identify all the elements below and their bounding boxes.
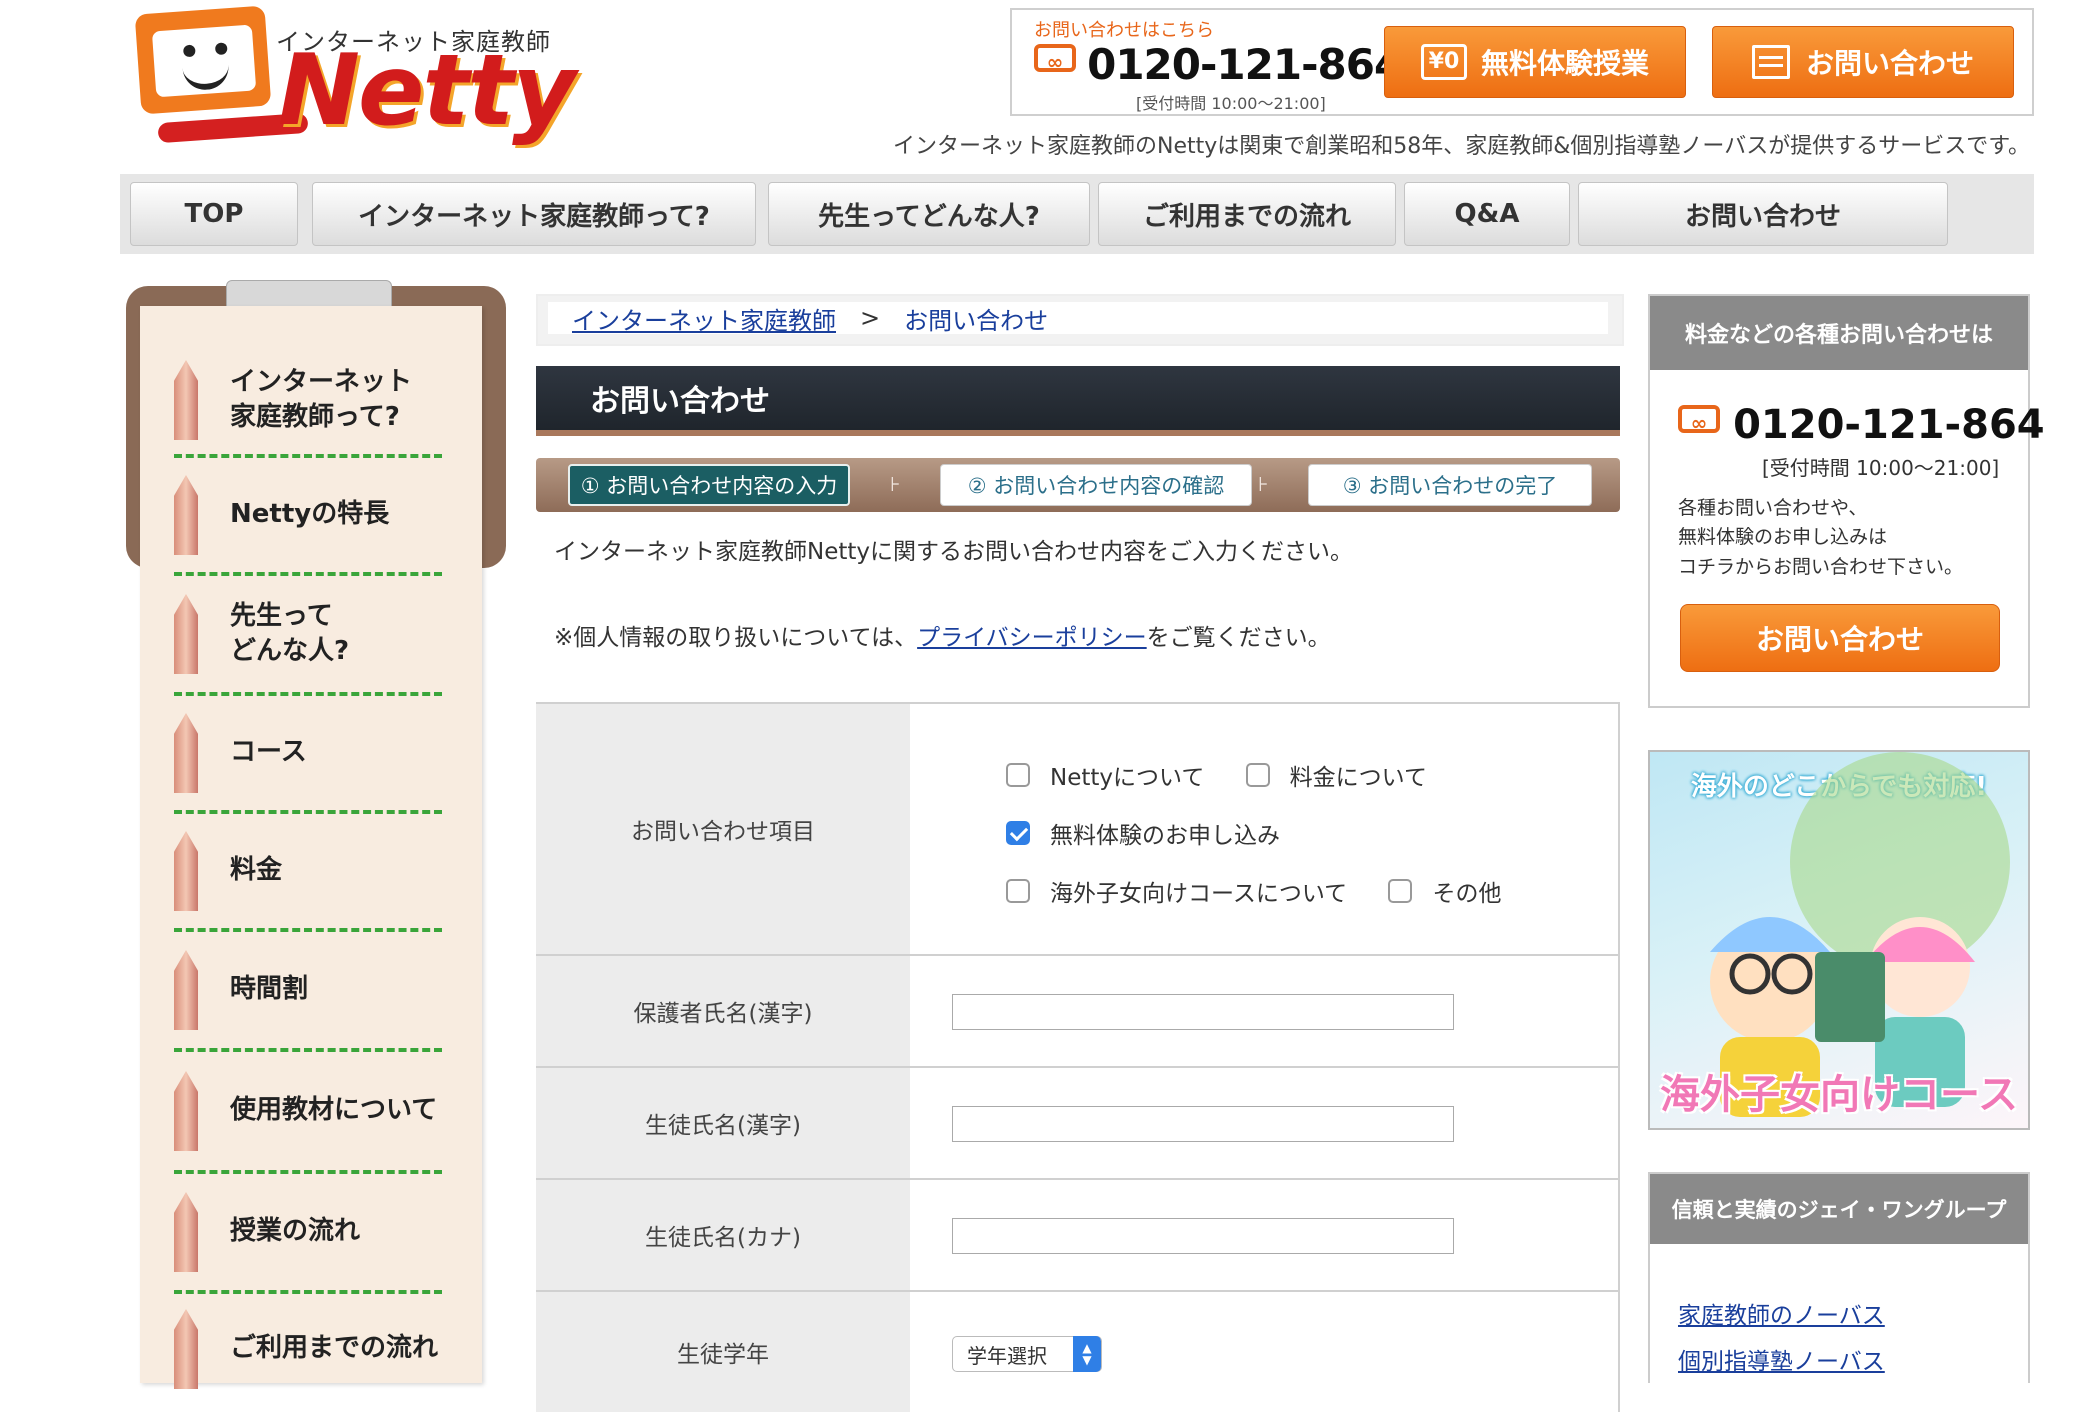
- form-row-inquiry: お問い合わせ項目 Nettyについて 料金について 無料体験のお申し込み 海外子…: [536, 704, 1620, 956]
- side-item-features[interactable]: Nettyの特長: [174, 458, 442, 576]
- side-item-lesson-flow[interactable]: 授業の流れ: [174, 1174, 442, 1294]
- side-item-teachers[interactable]: 先生って どんな人?: [174, 576, 442, 696]
- checkbox-free-trial[interactable]: [1006, 821, 1030, 845]
- grade-select[interactable]: 学年選択 ▲ ▼: [952, 1336, 1102, 1372]
- intro-text: インターネット家庭教師Nettyに関するお問い合わせ内容をご入力ください。: [554, 539, 1354, 565]
- privacy-note: ※個人情報の取り扱いについては、プライバシーポリシーをご覧ください。: [554, 625, 1331, 651]
- nav-top[interactable]: TOP: [130, 182, 298, 246]
- option-price[interactable]: 料金について: [1245, 758, 1427, 792]
- pencil-icon: [174, 950, 198, 1030]
- step-arrow-icon: ⊦: [890, 472, 901, 496]
- pencil-icon: [174, 1309, 198, 1389]
- form-row-student-kanji: 生徒氏名(漢字): [536, 1068, 1620, 1180]
- banner-tablet: [1815, 952, 1885, 1042]
- form-document-icon: [1751, 45, 1790, 79]
- contact-side-box: 料金などの各種お問い合わせは ∞ 0120-121-864 [受付時間 10:0…: [1648, 294, 2045, 708]
- student-kanji-input[interactable]: [952, 1106, 1454, 1142]
- freedial-icon: ∞: [1034, 44, 1076, 74]
- contact-label: お問い合わせはこちら: [1034, 20, 1214, 41]
- nav-about-internet-tutor[interactable]: インターネット家庭教師って?: [312, 182, 756, 246]
- group-links-heading: 信頼と実績のジェイ・ワングループ: [1650, 1174, 2028, 1244]
- nav-flow[interactable]: ご利用までの流れ: [1098, 182, 1396, 246]
- guardian-name-input[interactable]: [952, 994, 1454, 1030]
- global-nav: TOP インターネット家庭教師って? 先生ってどんな人? ご利用までの流れ Q&…: [120, 174, 2034, 254]
- contact-side-heading: 料金などの各種お問い合わせは: [1650, 296, 2028, 370]
- pencil-icon: [174, 1071, 198, 1151]
- side-contact-text: 各種お問い合わせや、 無料体験のお申し込みは コチラからお問い合わせ下さい。: [1678, 497, 1964, 578]
- free-trial-button[interactable]: ¥0 無料体験授業: [1384, 26, 1686, 98]
- student-kana-label: 生徒氏名(カナ): [536, 1180, 910, 1290]
- side-item-about[interactable]: インターネット 家庭教師って?: [174, 346, 442, 458]
- checkbox-other[interactable]: [1388, 879, 1413, 903]
- side-phone-number[interactable]: 0120-121-864: [1733, 402, 2045, 448]
- yen-zero-icon: ¥0: [1420, 44, 1467, 80]
- logo-eye-icon: [214, 42, 228, 56]
- option-about-netty[interactable]: Nettyについて: [1006, 758, 1204, 792]
- option-other[interactable]: その他: [1388, 874, 1501, 908]
- step-arrow-icon: ⊦: [1258, 472, 1269, 496]
- nav-qa[interactable]: Q&A: [1404, 182, 1570, 246]
- logo-eye-icon: [182, 44, 196, 58]
- site-tagline: インターネット家庭教師のNettyは関東で創業昭和58年、家庭教師&個別指導塾ノ…: [893, 134, 2030, 159]
- contact-form: お問い合わせ項目 Nettyについて 料金について 無料体験のお申し込み 海外子…: [536, 702, 1620, 1412]
- breadcrumb-separator: >: [860, 304, 881, 332]
- step-input: ① お問い合わせ内容の入力: [568, 464, 850, 506]
- link-novus-tutor[interactable]: 家庭教師のノーバス: [1678, 1296, 1885, 1330]
- form-row-guardian: 保護者氏名(漢字): [536, 956, 1620, 1068]
- step-complete: ③ お問い合わせの完了: [1308, 464, 1592, 506]
- nav-teachers[interactable]: 先生ってどんな人?: [768, 182, 1090, 246]
- breadcrumb-home-link[interactable]: インターネット家庭教師: [572, 301, 836, 336]
- inquiry-label: お問い合わせ項目: [536, 704, 910, 954]
- header-contact-box: お問い合わせはこちら ∞ 0120-121-864 [受付時間 10:00～21…: [1010, 8, 2034, 116]
- header-phone-number[interactable]: 0120-121-864: [1087, 40, 1403, 89]
- select-updown-icon: ▲ ▼: [1073, 1336, 1101, 1372]
- site-logo[interactable]: インターネット家庭教師 Netty: [128, 5, 576, 148]
- side-hours: [受付時間 10:00～21:00]: [1762, 456, 2000, 480]
- clipboard-clip: [226, 280, 392, 308]
- form-row-grade: 生徒学年 学年選択 ▲ ▼: [536, 1292, 1620, 1412]
- form-steps: ① お問い合わせ内容の入力 ⊦ ② お問い合わせ内容の確認 ⊦ ③ お問い合わせ…: [536, 458, 1620, 512]
- page-title: お問い合わせ: [536, 366, 1620, 436]
- logo-wordmark: Netty: [278, 34, 576, 148]
- header-hours: [受付時間 10:00～21:00]: [1136, 94, 1326, 113]
- pencil-icon: [174, 360, 198, 440]
- side-item-materials[interactable]: 使用教材について: [174, 1052, 442, 1174]
- overseas-course-banner[interactable]: 海外のどこからでも対応! 海外子女向けコース: [1648, 750, 2030, 1130]
- guardian-name-label: 保護者氏名(漢字): [536, 956, 910, 1066]
- side-item-course[interactable]: コース: [174, 696, 442, 814]
- side-menu: インターネット 家庭教師って? Nettyの特長 先生って どんな人? コース 料金…: [140, 306, 482, 1389]
- privacy-policy-link[interactable]: プライバシーポリシー: [917, 625, 1147, 651]
- step-confirm: ② お問い合わせ内容の確認: [940, 464, 1252, 506]
- pencil-icon: [174, 831, 198, 911]
- pencil-icon: [174, 475, 198, 555]
- checkbox-about-netty[interactable]: [1006, 763, 1030, 787]
- nav-contact[interactable]: お問い合わせ: [1578, 182, 1948, 246]
- breadcrumb: インターネット家庭教師 > お問い合わせ: [536, 294, 1624, 346]
- side-item-timetable[interactable]: 時間割: [174, 932, 442, 1052]
- side-contact-button[interactable]: お問い合わせ: [1680, 604, 2000, 672]
- pencil-icon: [174, 594, 198, 674]
- pencil-icon: [174, 1192, 198, 1272]
- breadcrumb-current: お問い合わせ: [904, 306, 1049, 335]
- side-item-usage-flow[interactable]: ご利用までの流れ: [174, 1294, 442, 1404]
- form-row-student-kana: 生徒氏名(カナ): [536, 1180, 1620, 1292]
- grade-label: 生徒学年: [536, 1292, 910, 1412]
- side-item-price[interactable]: 料金: [174, 814, 442, 932]
- pencil-icon: [174, 713, 198, 793]
- link-novus-juku[interactable]: 個別指導塾ノーバス: [1678, 1342, 1885, 1376]
- banner-title: 海外子女向けコース: [1660, 1072, 2018, 1118]
- student-kanji-label: 生徒氏名(漢字): [536, 1068, 910, 1178]
- freedial-icon: ∞: [1678, 404, 1720, 435]
- logo-monitor-icon: [134, 5, 272, 115]
- group-links-box: 信頼と実績のジェイ・ワングループ 家庭教師のノーバス 個別指導塾ノーバス: [1648, 1172, 2030, 1383]
- option-overseas-course[interactable]: 海外子女向けコースについて: [1006, 874, 1347, 908]
- student-kana-input[interactable]: [952, 1218, 1454, 1254]
- checkbox-price[interactable]: [1245, 763, 1270, 787]
- checkbox-overseas-course[interactable]: [1006, 879, 1030, 903]
- logo-smile-icon: [182, 58, 231, 92]
- option-free-trial[interactable]: 無料体験のお申し込み: [1006, 816, 1280, 850]
- header-contact-button[interactable]: お問い合わせ: [1712, 26, 2014, 98]
